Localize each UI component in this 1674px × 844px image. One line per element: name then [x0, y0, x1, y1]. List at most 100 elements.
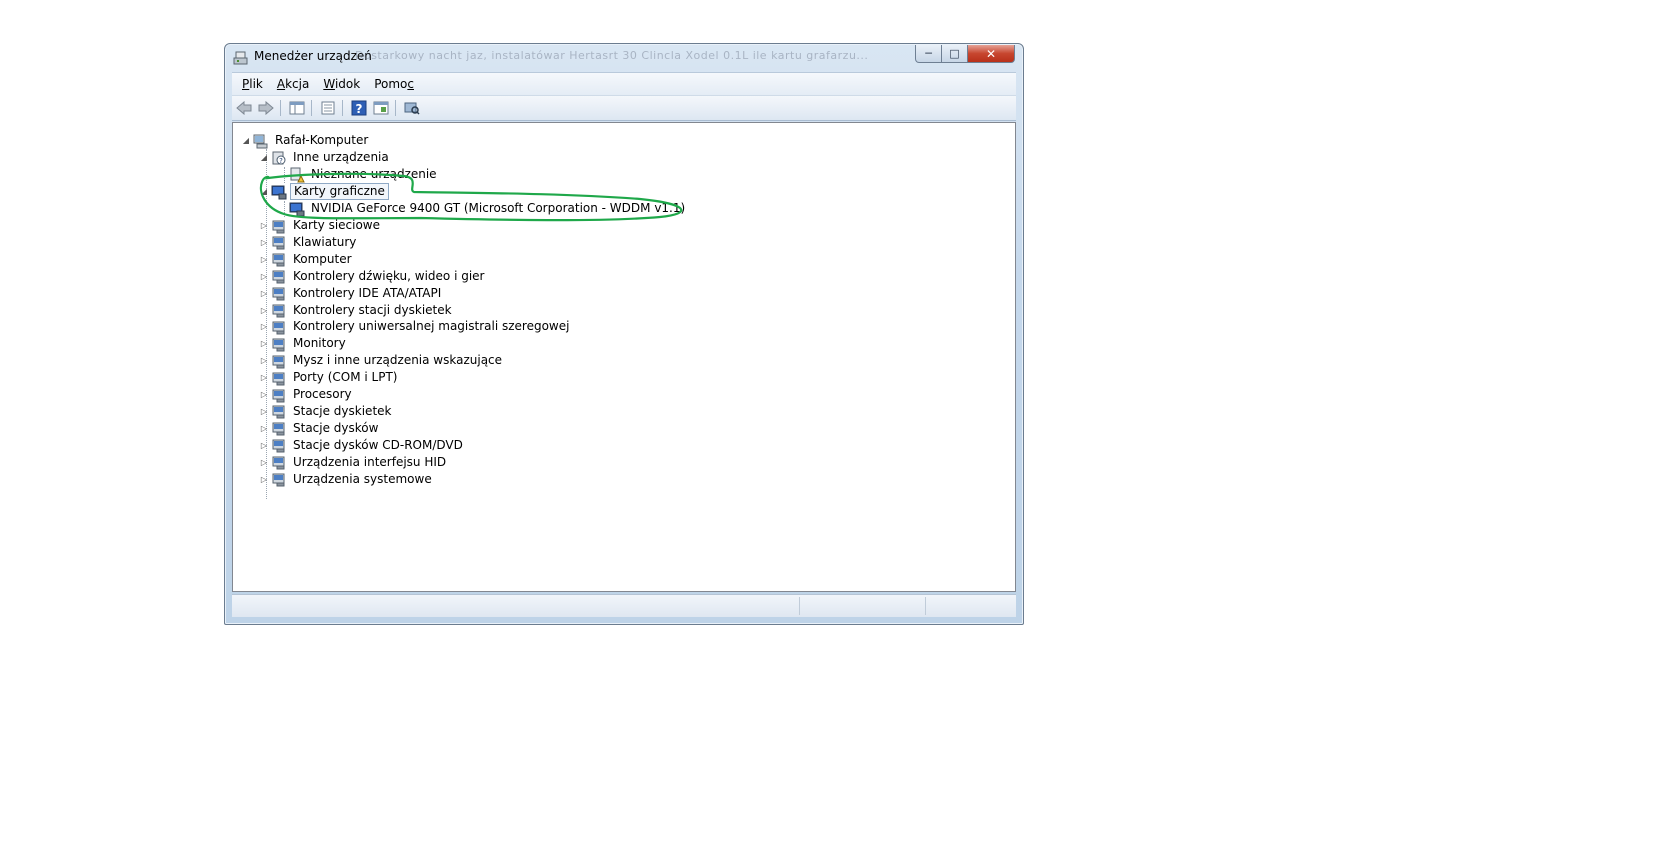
- console-tree-button[interactable]: [371, 99, 391, 117]
- tree-item-label: Procesory: [293, 387, 352, 401]
- computer-icon: [271, 251, 287, 267]
- tree-item-nvidia-gpu[interactable]: NVIDIA GeForce 9400 GT (Microsoft Corpor…: [277, 200, 688, 217]
- tree-item-ports[interactable]: ▷ Porty (COM i LPT): [259, 369, 400, 386]
- expand-arrow-icon[interactable]: ▷: [259, 302, 269, 319]
- expand-arrow-icon[interactable]: ▷: [259, 454, 269, 471]
- expand-arrow-icon[interactable]: ▷: [259, 234, 269, 251]
- forward-icon: [258, 101, 274, 115]
- close-button[interactable]: ✕: [967, 45, 1015, 63]
- monitor-icon: [271, 336, 287, 352]
- tree-item-label: Kontrolery stacji dyskietek: [293, 302, 452, 317]
- expand-arrow-icon[interactable]: ▷: [259, 335, 269, 352]
- maximize-button[interactable]: □: [941, 45, 968, 63]
- svg-text:?: ?: [279, 157, 283, 165]
- expand-arrow-icon[interactable]: ▷: [259, 386, 269, 403]
- tree-item-label: Urządzenia systemowe: [293, 471, 432, 486]
- expand-arrow-icon[interactable]: ▷: [259, 268, 269, 285]
- tree-item-system-devices[interactable]: ▷ Urządzenia systemowe: [259, 471, 435, 488]
- menu-akcja[interactable]: Akcja: [277, 77, 309, 91]
- tree-item-label: Kontrolery dźwięku, wideo i gier: [293, 268, 485, 283]
- collapse-arrow-icon[interactable]: ◢: [259, 183, 269, 200]
- properties-button[interactable]: [318, 99, 338, 117]
- expand-arrow-icon[interactable]: ▷: [259, 420, 269, 437]
- close-icon: ✕: [985, 46, 997, 61]
- tree-item-mice[interactable]: ▷ Mysz i inne urządzenia wskazujące: [259, 352, 505, 369]
- tree-item-floppy-drives[interactable]: ▷ Stacje dyskietek: [259, 403, 394, 420]
- collapse-arrow-icon[interactable]: ◢: [241, 132, 251, 149]
- svg-text:?: ?: [356, 102, 363, 116]
- tree-item-label: Stacje dysków CD-ROM/DVD: [293, 437, 463, 452]
- tree-item-label: Klawiatury: [293, 234, 357, 249]
- help-icon: ?: [351, 100, 367, 116]
- toolbar-separator: [342, 100, 343, 116]
- tree-item-display-adapters[interactable]: ◢ Karty graficzne: [259, 183, 389, 200]
- tree-item-disk-drives[interactable]: ▷ Stacje dysków: [259, 420, 381, 437]
- expand-arrow-icon[interactable]: ▷: [259, 437, 269, 454]
- tree-item-processors[interactable]: ▷ Procesory: [259, 386, 355, 403]
- tree-item-keyboards[interactable]: ▷ Klawiatury: [259, 234, 359, 251]
- tree-item-label: Urządzenia interfejsu HID: [293, 454, 447, 469]
- collapse-arrow-icon[interactable]: ◢: [259, 149, 269, 166]
- disk-drive-icon: [271, 420, 287, 436]
- tree-item-floppy-controllers[interactable]: ▷ Kontrolery stacji dyskietek: [259, 302, 455, 319]
- title-bar[interactable]: Menedżer urządzeń Dostarkowy nacht jaz, …: [225, 44, 1023, 72]
- menu-plik[interactable]: Plik: [242, 77, 263, 91]
- port-icon: [271, 370, 287, 386]
- tree-item-sound-video-game[interactable]: ▷ Kontrolery dźwięku, wideo i gier: [259, 268, 487, 285]
- tree-item-other-devices[interactable]: ◢ ? Inne urządzenia: [259, 149, 392, 166]
- processor-icon: [271, 387, 287, 403]
- scan-hardware-icon: [404, 102, 420, 115]
- tree-item-label: Mysz i inne urządzenia wskazujące: [293, 353, 503, 368]
- menu-pomoc[interactable]: Pomoc: [374, 77, 414, 91]
- expand-arrow-icon[interactable]: ▷: [259, 285, 269, 302]
- device-tree[interactable]: ◢ Rafał-Komputer ◢ ? Inne urządzenia Nie…: [232, 122, 1016, 592]
- expand-arrow-icon[interactable]: ▷: [259, 251, 269, 268]
- device-manager-icon: [233, 50, 249, 66]
- tree-item-usb-controllers[interactable]: ▷ Kontrolery uniwersalnej magistrali szer…: [259, 318, 572, 335]
- tree-item-label: Stacje dysków: [293, 420, 379, 435]
- properties-icon: [321, 101, 335, 115]
- blurred-background-text: Dostarkowy nacht jaz, instalatówar Herta…: [355, 49, 869, 62]
- network-adapter-icon: [271, 218, 287, 234]
- menu-widok[interactable]: Widok: [323, 77, 360, 91]
- show-hide-console-tree-button[interactable]: [287, 99, 307, 117]
- tree-item-label: NVIDIA GeForce 9400 GT (Microsoft Corpor…: [311, 201, 686, 215]
- tree-item-hid[interactable]: ▷ Urządzenia interfejsu HID: [259, 454, 449, 471]
- expand-arrow-icon[interactable]: ▷: [259, 352, 269, 369]
- mouse-icon: [271, 353, 287, 369]
- status-separator: [925, 597, 926, 615]
- display-adapter-icon: [289, 201, 305, 217]
- tree-item-label: Monitory: [293, 336, 346, 351]
- warning-device-icon: [289, 167, 305, 183]
- floppy-drive-icon: [271, 403, 287, 419]
- tree-item-unknown-device[interactable]: Nieznane urządzenie: [277, 166, 440, 183]
- expand-arrow-icon[interactable]: ▷: [259, 217, 269, 234]
- toolbar: ?: [232, 95, 1016, 121]
- sound-icon: [271, 268, 287, 284]
- toolbar-separator: [311, 100, 312, 116]
- tree-item-label: Kontrolery uniwersalnej magistrali szere…: [293, 319, 570, 334]
- expand-arrow-icon[interactable]: ▷: [259, 369, 269, 386]
- status-separator: [799, 597, 800, 615]
- floppy-controller-icon: [271, 302, 287, 318]
- minimize-button[interactable]: ─: [915, 45, 942, 63]
- help-button[interactable]: ?: [349, 99, 369, 117]
- toolbar-separator: [395, 100, 396, 116]
- tree-item-label: Stacje dyskietek: [293, 403, 392, 418]
- tree-item-label: Kontrolery IDE ATA/ATAPI: [293, 285, 442, 300]
- tree-item-network-adapters[interactable]: ▷ Karty sieciowe: [259, 217, 383, 234]
- cdrom-icon: [271, 437, 287, 453]
- tree-item-monitors[interactable]: ▷ Monitory: [259, 335, 349, 352]
- keyboard-icon: [271, 234, 287, 250]
- expand-arrow-icon[interactable]: ▷: [259, 403, 269, 420]
- toolbar-separator: [280, 100, 281, 116]
- expand-arrow-icon[interactable]: ▷: [259, 318, 269, 335]
- tree-item-cdrom-dvd[interactable]: ▷ Stacje dysków CD-ROM/DVD: [259, 437, 466, 454]
- scan-hardware-button[interactable]: [402, 99, 422, 117]
- forward-button[interactable]: [256, 99, 276, 117]
- tree-item-root[interactable]: ◢ Rafał-Komputer: [241, 132, 371, 149]
- tree-item-computer[interactable]: ▷ Komputer: [259, 251, 355, 268]
- expand-arrow-icon[interactable]: ▷: [259, 471, 269, 488]
- back-button[interactable]: [234, 99, 254, 117]
- tree-item-ide-ata-atapi[interactable]: ▷ Kontrolery IDE ATA/ATAPI: [259, 285, 444, 302]
